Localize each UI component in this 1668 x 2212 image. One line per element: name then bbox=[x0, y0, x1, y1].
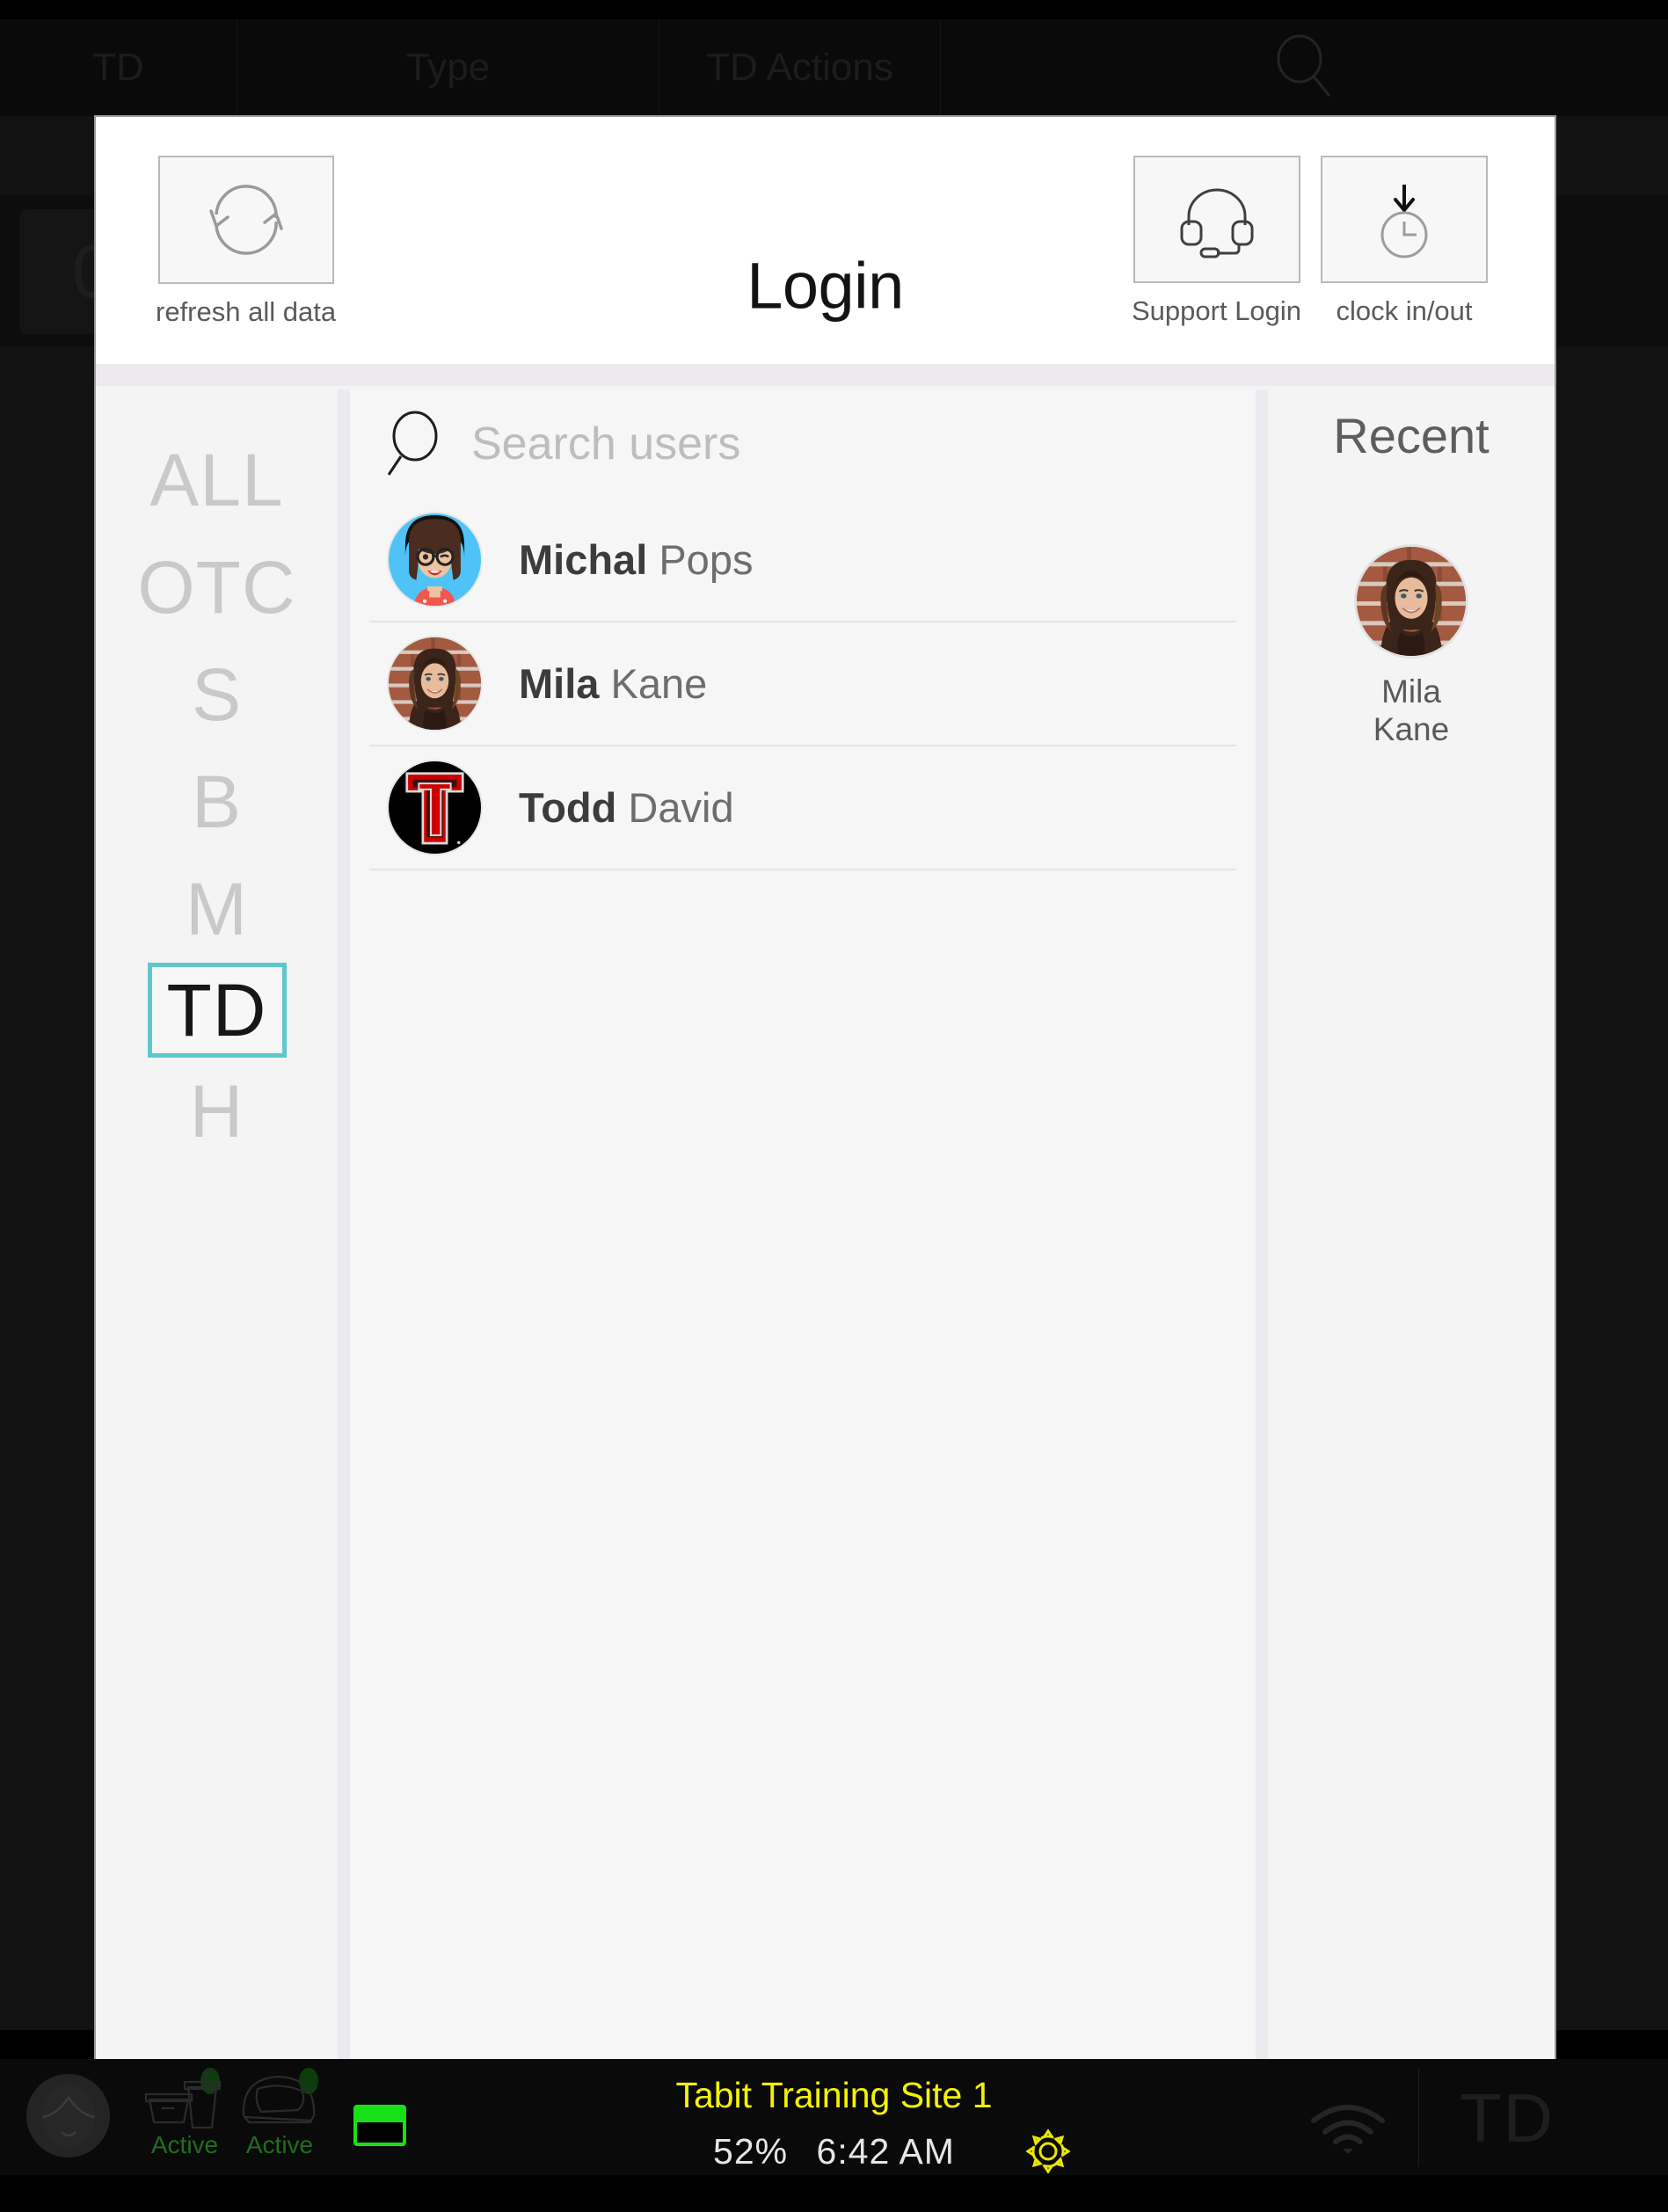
status-bar: Active Active Tabit Training Site 1 52% … bbox=[0, 2059, 1668, 2175]
rail-item-otc[interactable]: OTC bbox=[137, 534, 295, 641]
cartoon-woman-glasses-icon bbox=[389, 513, 481, 606]
clock-in-icon bbox=[1380, 184, 1428, 258]
header-divider bbox=[96, 365, 1555, 386]
recent-title: Recent bbox=[1333, 408, 1490, 463]
wifi-status[interactable] bbox=[1310, 2105, 1386, 2162]
table-row[interactable]: Mila Kane bbox=[369, 622, 1236, 746]
texas-tech-logo-icon bbox=[389, 761, 481, 854]
current-user-initials[interactable]: TD bbox=[1460, 2078, 1555, 2158]
gear-icon bbox=[1025, 2128, 1071, 2174]
background-tab-td[interactable]: TD bbox=[0, 19, 237, 116]
rail-item-all[interactable]: ALL bbox=[148, 426, 287, 534]
background-top-tabbar: TD Type TD Actions bbox=[0, 19, 1668, 116]
user-first-name: Todd bbox=[519, 784, 617, 831]
settings-button[interactable] bbox=[1024, 2128, 1072, 2179]
clock-icon-box bbox=[1321, 156, 1488, 283]
user-last-name: David bbox=[628, 784, 734, 831]
headset-icon bbox=[1180, 188, 1254, 258]
recent-user-first-name: Mila bbox=[1381, 673, 1441, 709]
modal-header: refresh all data Login Support Login clo… bbox=[96, 117, 1555, 365]
magnifier-icon bbox=[387, 411, 438, 476]
user-last-name: Kane bbox=[610, 660, 708, 707]
support-login-button[interactable]: Support Login bbox=[1132, 156, 1301, 327]
avatar bbox=[1357, 547, 1466, 656]
recent-user-name: Mila Kane bbox=[1373, 673, 1449, 748]
background-tab-type[interactable]: Type bbox=[237, 19, 659, 116]
background-search-icon[interactable] bbox=[941, 19, 1668, 116]
search-users-bar[interactable]: Search users bbox=[350, 389, 1256, 498]
clock-time: 6:42 AM bbox=[816, 2131, 955, 2172]
recent-panel: Recent Mila Kane bbox=[1268, 386, 1555, 2163]
photo-woman-brick-wall-icon bbox=[1357, 547, 1466, 656]
user-name: Michal Pops bbox=[519, 535, 753, 584]
avatar bbox=[389, 761, 481, 854]
clock-in-out-button[interactable]: clock in/out bbox=[1321, 156, 1488, 327]
rail-item-td[interactable]: TD bbox=[147, 963, 287, 1058]
modal-content: ALL OTC S B M TD H Search users Michal P… bbox=[96, 386, 1555, 2163]
rail-divider bbox=[338, 389, 350, 2163]
rail-item-b[interactable]: B bbox=[148, 748, 287, 855]
user-list: Michal Pops Mila Kane Todd David bbox=[369, 498, 1236, 870]
search-input[interactable]: Search users bbox=[471, 418, 740, 470]
clock-in-out-label: clock in/out bbox=[1336, 295, 1473, 326]
avatar bbox=[389, 637, 481, 730]
recent-user-last-name: Kane bbox=[1373, 710, 1450, 747]
photo-woman-brick-wall-icon bbox=[389, 637, 481, 730]
letter-filter-rail: ALL OTC S B M TD H bbox=[96, 386, 338, 2163]
user-list-panel: Search users Michal Pops Mila Kane Todd … bbox=[350, 389, 1256, 2163]
status-bar-separator bbox=[1418, 2068, 1419, 2166]
rail-item-s[interactable]: S bbox=[148, 641, 287, 748]
login-modal: refresh all data Login Support Login clo… bbox=[94, 115, 1556, 2165]
background-tab-td-actions[interactable]: TD Actions bbox=[659, 19, 941, 116]
avatar bbox=[389, 513, 481, 606]
user-first-name: Michal bbox=[519, 536, 648, 583]
recent-divider bbox=[1256, 389, 1268, 2163]
user-last-name: Pops bbox=[659, 536, 754, 583]
support-login-label: Support Login bbox=[1132, 295, 1302, 326]
battery-percent: 52% bbox=[713, 2131, 789, 2172]
screen-root: TD Type TD Actions 0 refresh all data Lo… bbox=[0, 0, 1668, 2212]
user-name: Mila Kane bbox=[519, 659, 707, 708]
wifi-icon bbox=[1311, 2105, 1385, 2154]
table-row[interactable]: Michal Pops bbox=[369, 498, 1236, 622]
support-icon-box bbox=[1133, 156, 1300, 283]
search-icon bbox=[1277, 34, 1330, 97]
recent-user-item[interactable]: Mila Kane bbox=[1268, 547, 1555, 748]
user-first-name: Mila bbox=[519, 660, 600, 707]
rail-item-m[interactable]: M bbox=[148, 855, 287, 963]
table-row[interactable]: Todd David bbox=[369, 746, 1236, 870]
rail-item-h[interactable]: H bbox=[148, 1058, 287, 1165]
user-name: Todd David bbox=[519, 783, 734, 832]
